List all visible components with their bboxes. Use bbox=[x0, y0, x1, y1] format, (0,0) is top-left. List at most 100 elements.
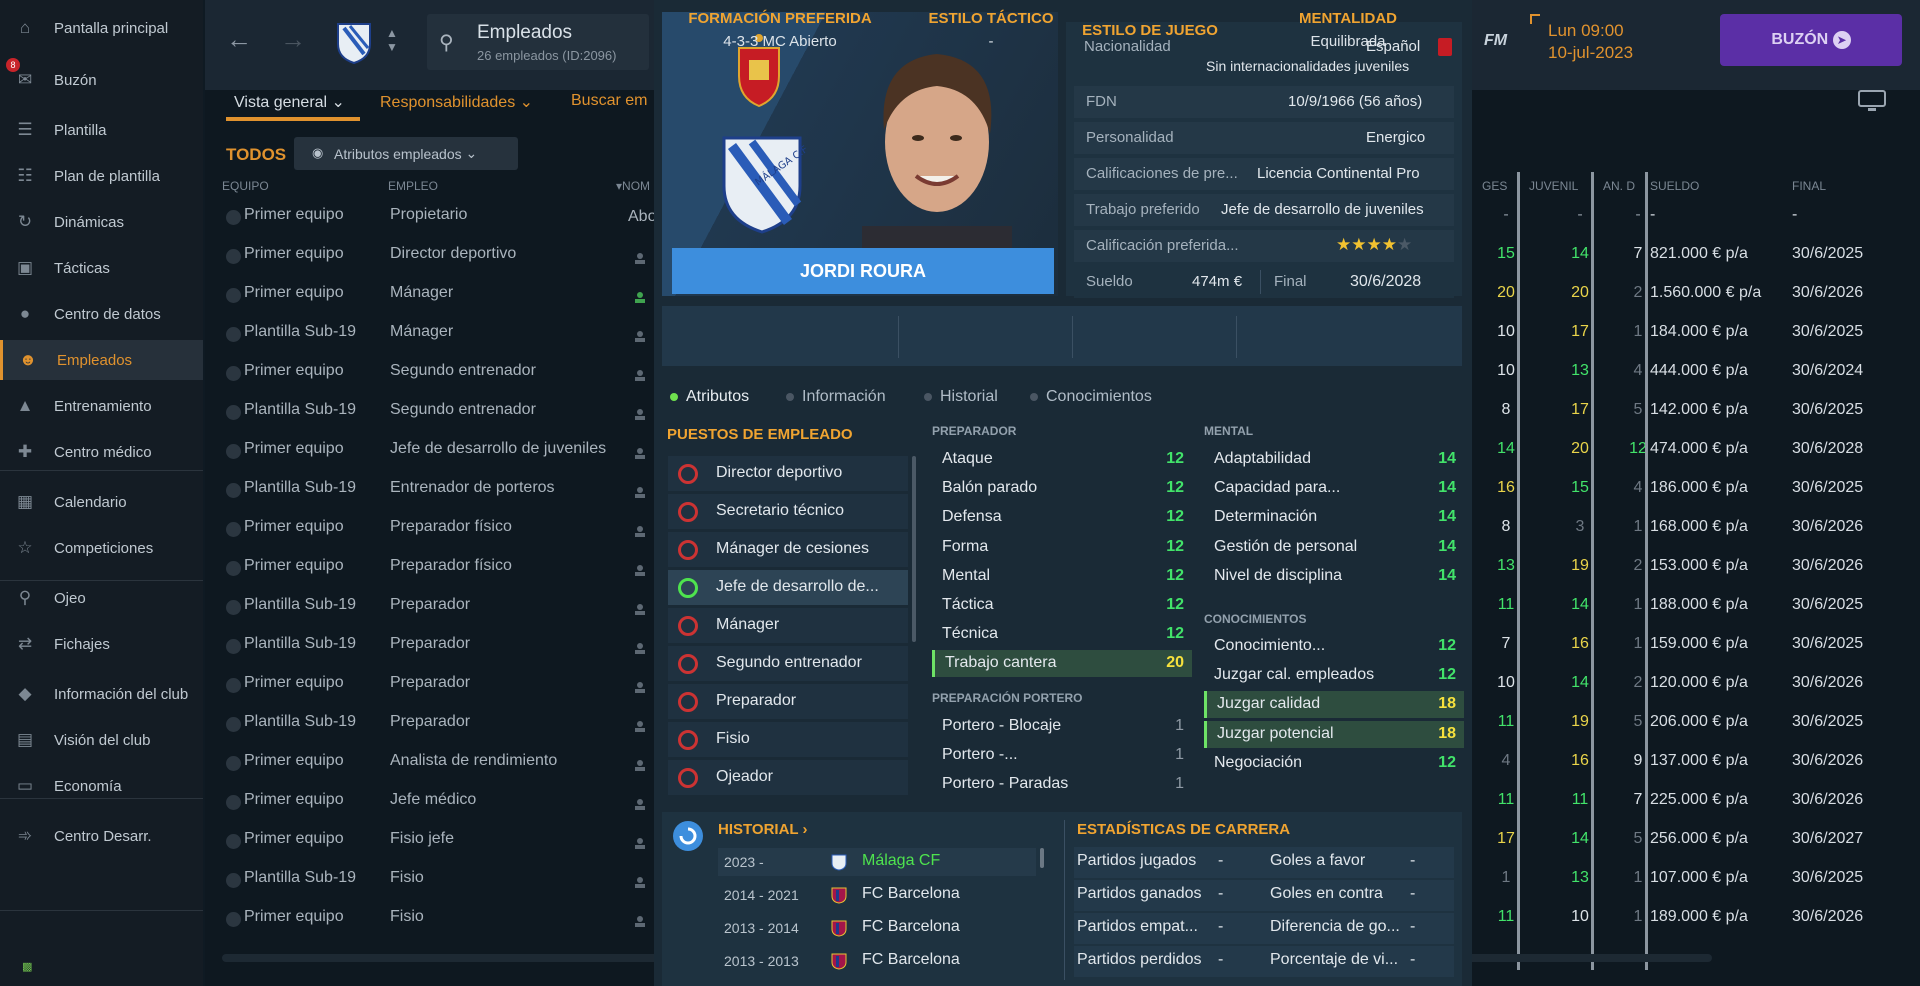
role-item[interactable]: Mánager de cesiones bbox=[668, 532, 908, 567]
attribute-row[interactable]: Portero -... 1 bbox=[932, 742, 1192, 769]
sidebar-item-economía[interactable]: ▭ Economía bbox=[0, 766, 203, 806]
sidebar-item-visión-del-club[interactable]: ▤ Visión del club bbox=[0, 720, 203, 760]
attribute-row[interactable]: Juzgar cal. empleados 12 bbox=[1204, 662, 1464, 689]
row-check-icon[interactable] bbox=[226, 210, 241, 225]
history-row[interactable]: 2013 - 2013 FC Barcelona bbox=[718, 947, 1036, 975]
attribute-row[interactable]: Juzgar calidad 18 bbox=[1204, 691, 1464, 719]
history-row[interactable]: 2023 - Málaga CF bbox=[718, 848, 1036, 876]
role-item[interactable]: Segundo entrenador bbox=[668, 646, 908, 681]
attribute-row[interactable]: Conocimiento... 12 bbox=[1204, 633, 1464, 660]
tab-responsabilidades[interactable]: Responsabilidades ⌄ bbox=[380, 92, 533, 112]
sidebar-item-entrenamiento[interactable]: ▲ Entrenamiento bbox=[0, 386, 203, 426]
team-switch-icon[interactable]: ▲ ▼ bbox=[386, 26, 398, 54]
row-check-icon[interactable] bbox=[226, 522, 241, 537]
history-scrollbar[interactable] bbox=[1040, 848, 1044, 868]
history-row[interactable]: 2014 - 2021 FC Barcelona bbox=[718, 881, 1036, 909]
sidebar-item-centro-médico[interactable]: ✚ Centro médico bbox=[0, 432, 203, 472]
sidebar-item-competiciones[interactable]: ☆ Competiciones bbox=[0, 528, 203, 568]
game-date[interactable]: Lun 09:00 10-jul-2023 bbox=[1548, 20, 1633, 64]
continue-mail-button[interactable]: BUZÓN ➤ bbox=[1720, 14, 1902, 66]
subtab-historial[interactable]: Historial bbox=[924, 388, 998, 406]
attribute-row[interactable]: Gestión de personal 14 bbox=[1204, 534, 1464, 561]
col-header-an-d[interactable]: AN. D bbox=[1603, 179, 1635, 193]
history-title-link[interactable]: HISTORIAL › bbox=[718, 821, 807, 838]
sidebar-item-información-del-club[interactable]: ◆ Información del club bbox=[0, 674, 203, 714]
attribute-row[interactable]: Adaptabilidad 14 bbox=[1204, 446, 1464, 473]
sidebar-item-plantilla[interactable]: ☰ Plantilla bbox=[0, 110, 203, 150]
attribute-row[interactable]: Mental 12 bbox=[932, 563, 1192, 590]
row-check-icon[interactable] bbox=[226, 249, 241, 264]
attribute-row[interactable]: Capacidad para... 14 bbox=[1204, 475, 1464, 502]
role-item[interactable]: Jefe de desarrollo de... bbox=[668, 570, 908, 605]
row-check-icon[interactable] bbox=[226, 717, 241, 732]
row-check-icon[interactable] bbox=[226, 561, 241, 576]
row-check-icon[interactable] bbox=[226, 483, 241, 498]
role-list-scrollbar[interactable] bbox=[912, 456, 916, 642]
attribute-row[interactable]: Portero - Blocaje 1 bbox=[932, 713, 1192, 740]
row-check-icon[interactable] bbox=[226, 405, 241, 420]
col-header-equipo[interactable]: EQUIPO bbox=[222, 179, 269, 193]
attribute-row[interactable]: Forma 12 bbox=[932, 534, 1192, 561]
subtab-conocimientos[interactable]: Conocimientos bbox=[1030, 388, 1152, 406]
role-item[interactable]: Ojeador bbox=[668, 760, 908, 795]
col-header-empleo[interactable]: EMPLEO bbox=[388, 179, 438, 193]
row-check-icon[interactable] bbox=[226, 366, 241, 381]
forward-arrow-icon[interactable]: → bbox=[280, 24, 306, 55]
staff-search-box[interactable]: ⚲ Empleados 26 empleados (ID:2096) bbox=[427, 14, 649, 70]
sidebar-item-fichajes[interactable]: ⇄ Fichajes bbox=[0, 624, 203, 664]
sidebar-item-ojeo[interactable]: ⚲ Ojeo bbox=[0, 578, 203, 618]
sidebar-item-centro-desarr-[interactable]: ➾ Centro Desarr. bbox=[0, 816, 203, 856]
attribute-row[interactable]: Trabajo cantera 20 bbox=[932, 650, 1192, 678]
tab-buscar[interactable]: Buscar em bbox=[571, 92, 647, 110]
role-item[interactable]: Fisio bbox=[668, 722, 908, 757]
subtab-informacion[interactable]: Información bbox=[786, 388, 886, 406]
row-check-icon[interactable] bbox=[226, 756, 241, 771]
row-check-icon[interactable] bbox=[226, 678, 241, 693]
fm-logo[interactable]: FM bbox=[1484, 32, 1507, 50]
history-row[interactable]: 2013 - 2014 FC Barcelona bbox=[718, 914, 1036, 942]
subtab-atributos[interactable]: Atributos bbox=[670, 388, 749, 406]
sidebar-item-pantalla-principal[interactable]: ⌂ Pantalla principal bbox=[0, 8, 203, 48]
attribute-row[interactable]: Defensa 12 bbox=[932, 504, 1192, 531]
attribute-row[interactable]: Táctica 12 bbox=[932, 592, 1192, 619]
col-header-juvenil[interactable]: JUVENIL bbox=[1529, 179, 1578, 193]
col-header-ges[interactable]: GES bbox=[1482, 179, 1507, 193]
role-item[interactable]: Director deportivo bbox=[668, 456, 908, 491]
row-check-icon[interactable] bbox=[226, 639, 241, 654]
attribute-row[interactable]: Juzgar potencial 18 bbox=[1204, 720, 1464, 748]
attribute-row[interactable]: Portero - Paradas 1 bbox=[932, 771, 1192, 798]
sidebar-item-dinámicas[interactable]: ↻ Dinámicas bbox=[0, 202, 203, 242]
row-check-icon[interactable] bbox=[226, 873, 241, 888]
attribute-row[interactable]: Nivel de disciplina 14 bbox=[1204, 563, 1464, 590]
monitor-icon[interactable] bbox=[1858, 90, 1886, 112]
row-check-icon[interactable] bbox=[226, 288, 241, 303]
sidebar-item-tácticas[interactable]: ▣ Tácticas bbox=[0, 248, 203, 288]
back-arrow-icon[interactable]: ← bbox=[226, 24, 252, 55]
view-selector-button[interactable]: ◉ Atributos empleados ⌄ bbox=[294, 137, 518, 170]
tab-vista-general[interactable]: Vista general ⌄ bbox=[234, 92, 345, 112]
attribute-row[interactable]: Técnica 12 bbox=[932, 621, 1192, 648]
attribute-row[interactable]: Determinación 14 bbox=[1204, 504, 1464, 531]
club-crest-icon[interactable] bbox=[335, 18, 373, 64]
row-check-icon[interactable] bbox=[226, 834, 241, 849]
row-check-icon[interactable] bbox=[226, 912, 241, 927]
col-header-nombre[interactable]: ▾NOM bbox=[616, 179, 650, 193]
sidebar-item-calendario[interactable]: ▦ Calendario bbox=[0, 482, 203, 522]
col-header-sueldo[interactable]: SUELDO bbox=[1650, 179, 1699, 193]
sidebar-item-empleados[interactable]: ☻ Empleados bbox=[0, 340, 203, 380]
attribute-row[interactable]: Ataque 12 bbox=[932, 446, 1192, 473]
row-check-icon[interactable] bbox=[226, 795, 241, 810]
col-header-final[interactable]: FINAL bbox=[1792, 179, 1826, 193]
row-check-icon[interactable] bbox=[226, 600, 241, 615]
filter-todos[interactable]: TODOS bbox=[226, 145, 286, 165]
row-check-icon[interactable] bbox=[226, 327, 241, 342]
sidebar-item-plan-de-plantilla[interactable]: ☷ Plan de plantilla bbox=[0, 156, 203, 196]
attribute-row[interactable]: Negociación 12 bbox=[1204, 750, 1464, 777]
role-item[interactable]: Secretario técnico bbox=[668, 494, 908, 529]
role-item[interactable]: Preparador bbox=[668, 684, 908, 719]
sidebar-item-centro-de-datos[interactable]: ● Centro de datos bbox=[0, 294, 203, 334]
row-check-icon[interactable] bbox=[226, 444, 241, 459]
role-item[interactable]: Mánager bbox=[668, 608, 908, 643]
attribute-row[interactable]: Balón parado 12 bbox=[932, 475, 1192, 502]
sidebar-item-buzón[interactable]: ✉ Buzón bbox=[0, 60, 203, 100]
